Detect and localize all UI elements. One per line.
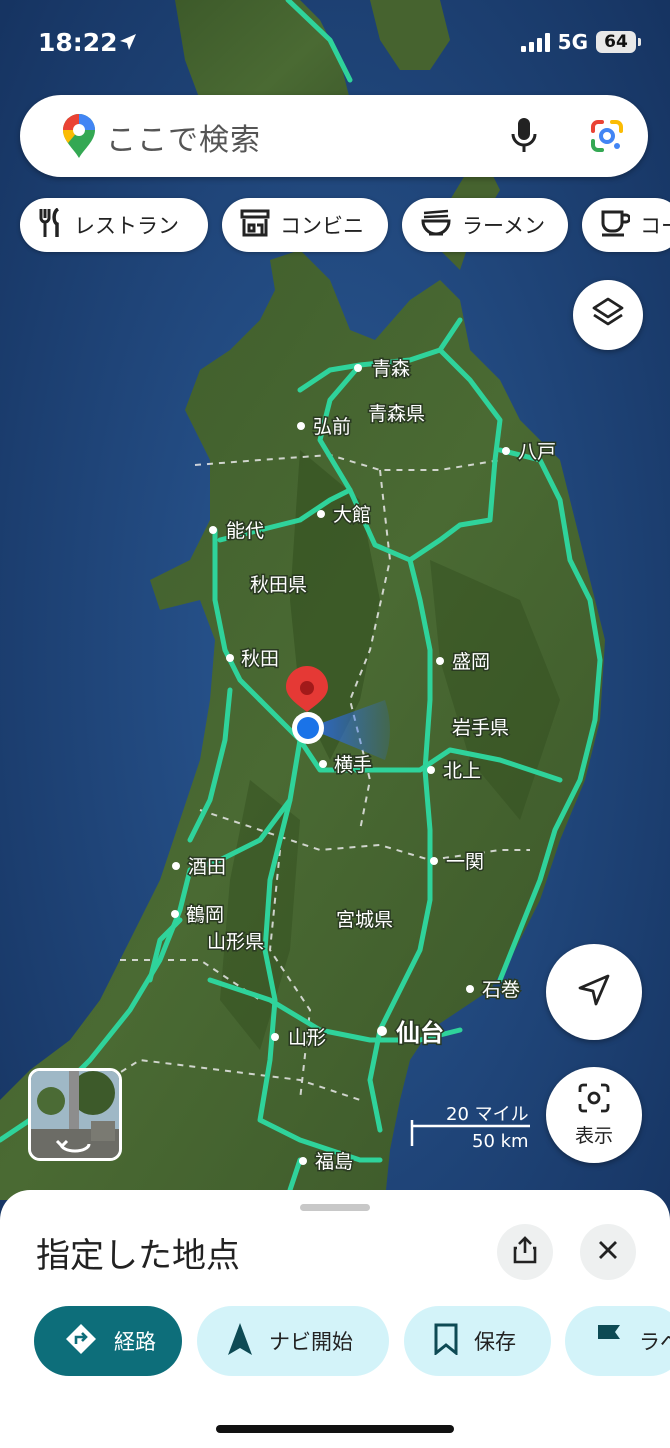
map-label-hachinohe[interactable]: 八戸 xyxy=(517,440,558,465)
ramen-bowl-icon xyxy=(420,208,452,243)
sheet-drag-handle[interactable] xyxy=(300,1204,370,1211)
home-indicator[interactable] xyxy=(216,1425,454,1433)
chip-convenience-store[interactable]: コンビニ xyxy=(222,198,388,252)
google-lens-icon[interactable] xyxy=(590,119,624,157)
navigation-arrow-icon xyxy=(227,1322,253,1361)
chip-label: レストラン xyxy=(74,214,179,238)
map-label-morioka[interactable]: 盛岡 xyxy=(451,650,492,675)
share-button[interactable] xyxy=(497,1224,553,1280)
network-type: 5G xyxy=(557,30,588,54)
place-bottom-sheet[interactable]: 指定した地点 経路 ナビ開始 保存 ラベ xyxy=(0,1190,670,1448)
action-label: ナビ開始 xyxy=(269,1330,353,1354)
chip-label: コンビニ xyxy=(280,214,364,238)
search-bar[interactable]: ここで検索 xyxy=(20,95,648,177)
map-label-miyagi-pref[interactable]: 宮城県 xyxy=(335,908,395,933)
chip-label: コー xyxy=(640,214,670,238)
location-arrow-icon xyxy=(118,32,138,56)
map-label-kitakami[interactable]: 北上 xyxy=(442,759,483,784)
map-label-aomori[interactable]: 青森 xyxy=(371,357,412,382)
place-title: 指定した地点 xyxy=(36,1236,240,1276)
action-label: ラベ xyxy=(639,1330,670,1354)
bookmark-icon xyxy=(434,1323,458,1360)
close-button[interactable] xyxy=(580,1224,636,1280)
chip-restaurant[interactable]: レストラン xyxy=(20,198,208,252)
store-icon xyxy=(240,209,270,242)
signal-icon xyxy=(520,32,550,52)
map-label-yokote[interactable]: 横手 xyxy=(333,753,374,778)
map-label-hirosaki[interactable]: 弘前 xyxy=(312,415,353,440)
clock: 18:22 xyxy=(38,28,118,57)
display-button[interactable]: 表示 xyxy=(546,1067,642,1163)
map-label-iwate-pref[interactable]: 岩手県 xyxy=(451,716,511,741)
flag-icon xyxy=(595,1323,623,1360)
chip-ramen[interactable]: ラーメン xyxy=(402,198,568,252)
start-navigation-button[interactable]: ナビ開始 xyxy=(197,1306,389,1376)
map-label-yamagata[interactable]: 山形 xyxy=(287,1026,328,1051)
directions-icon xyxy=(64,1322,98,1361)
my-location-button[interactable] xyxy=(546,944,642,1040)
map-label-tsuruoka[interactable]: 鶴岡 xyxy=(185,903,226,928)
microphone-icon[interactable] xyxy=(510,117,538,157)
map-label-yamagata-pref[interactable]: 山形県 xyxy=(206,930,266,955)
google-maps-logo-icon xyxy=(62,113,96,163)
map-label-odate[interactable]: 大館 xyxy=(332,503,373,528)
share-icon xyxy=(512,1236,538,1268)
street-view-thumbnail[interactable] xyxy=(28,1068,122,1161)
battery-level: 64 xyxy=(604,32,628,52)
camera-scan-icon xyxy=(577,1083,611,1117)
battery-icon: 64 xyxy=(596,31,641,53)
status-bar: 18:22 5G 64 xyxy=(0,0,670,80)
scale-km: 50 km xyxy=(472,1131,529,1152)
coffee-cup-icon xyxy=(600,209,631,242)
layers-button[interactable] xyxy=(573,280,643,350)
layers-icon xyxy=(591,296,625,334)
directions-button[interactable]: 経路 xyxy=(34,1306,182,1376)
map-label-ishinomaki[interactable]: 石巻 xyxy=(481,978,522,1003)
map-label-noshiro[interactable]: 能代 xyxy=(225,519,266,544)
map-label-fukushima[interactable]: 福島 xyxy=(314,1150,355,1175)
map-label-akita-pref[interactable]: 秋田県 xyxy=(249,573,309,598)
fork-knife-icon xyxy=(38,207,64,243)
map-label-sendai[interactable]: 仙台 xyxy=(395,1018,446,1049)
map-label-aomori-pref[interactable]: 青森県 xyxy=(367,402,427,427)
map-label-akita[interactable]: 秋田 xyxy=(240,647,281,672)
save-button[interactable]: 保存 xyxy=(404,1306,551,1376)
map-label-ichinoseki[interactable]: 一関 xyxy=(445,850,486,875)
scale-bar: 20 マイル 50 km xyxy=(410,1100,535,1155)
display-label: 表示 xyxy=(574,1124,613,1147)
action-label: 経路 xyxy=(114,1330,156,1354)
action-label: 保存 xyxy=(474,1330,516,1354)
navigation-arrow-icon xyxy=(577,973,611,1011)
chip-coffee[interactable]: コー xyxy=(582,198,670,252)
label-button[interactable]: ラベ xyxy=(565,1306,670,1376)
chip-label: ラーメン xyxy=(462,214,546,238)
close-icon xyxy=(597,1239,619,1265)
map-label-sakata[interactable]: 酒田 xyxy=(187,855,228,880)
search-placeholder[interactable]: ここで検索 xyxy=(106,115,261,159)
